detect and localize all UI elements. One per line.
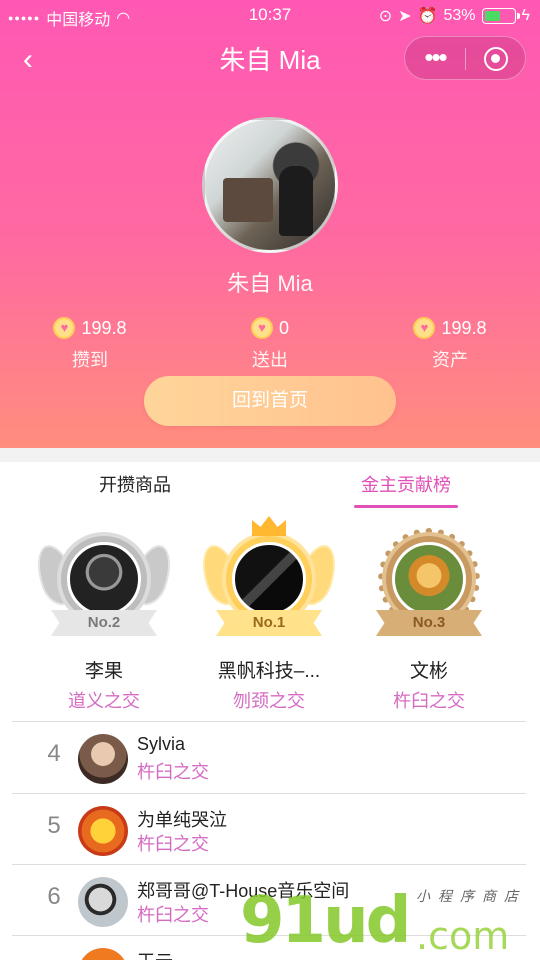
stat-sent: 0 送出 <box>200 316 340 372</box>
podium-second[interactable]: No.2 李果 道义之交 <box>24 518 184 713</box>
charging-icon: ϟ <box>521 7 530 24</box>
podium-relation: 杵臼之交 <box>393 691 465 711</box>
close-miniprogram-button[interactable] <box>484 47 508 71</box>
more-options-button[interactable]: ••• <box>405 37 465 81</box>
rank-badge: No.2 <box>51 610 157 636</box>
heart-coin-icon <box>53 317 76 339</box>
divider <box>12 721 526 722</box>
rank-number: 4 <box>47 740 61 767</box>
rank-number: 5 <box>47 812 61 839</box>
section-gap <box>0 448 540 462</box>
list-item-relation: 杵臼之交 <box>137 905 209 925</box>
back-to-home-button[interactable]: 回到首页 <box>144 376 396 426</box>
divider <box>12 793 526 794</box>
stat-earned: 199.8 攒到 <box>20 316 160 372</box>
location-icon: ➤ <box>398 8 412 25</box>
stat-label: 送出 <box>252 350 288 370</box>
list-item[interactable]: 6 郑哥哥@T-House音乐空间 杵臼之交 <box>0 867 540 937</box>
avatar <box>392 542 466 616</box>
divider <box>12 864 526 865</box>
rank-badge: No.1 <box>216 610 322 636</box>
podium-name: 黑帆科技–... <box>217 661 321 682</box>
miniprogram-capsule: ••• <box>404 36 526 80</box>
tab-contribution-rank[interactable]: 金主贡献榜 <box>354 470 458 512</box>
rank-number: 6 <box>47 883 61 910</box>
active-tab-indicator <box>354 505 458 508</box>
stat-assets: 199.8 资产 <box>380 316 520 372</box>
tab-bar: 开攒商品 金主贡献榜 <box>0 462 540 512</box>
list-item-name: 王云 <box>137 948 173 960</box>
gold-medal-icon: No.1 <box>195 516 343 648</box>
list-item[interactable]: 王云 <box>0 938 540 960</box>
navigation-bar: ‹ 朱自 Mia ••• <box>0 32 540 88</box>
silver-medal-icon: No.2 <box>30 518 178 648</box>
list-item-name: Sylvia <box>137 734 186 754</box>
avatar <box>67 542 141 616</box>
heart-coin-icon <box>250 317 273 339</box>
list-item-relation: 杵臼之交 <box>137 834 209 854</box>
list-item-relation: 杵臼之交 <box>137 762 209 782</box>
podium-name: 文彬 <box>409 661 448 682</box>
list-item[interactable]: 4 Sylvia 杵臼之交 <box>0 724 540 794</box>
stat-value: 199.8 <box>441 317 487 338</box>
divider <box>12 935 526 936</box>
podium-name: 李果 <box>84 661 123 682</box>
bronze-medal-icon: No.3 <box>364 518 494 648</box>
avatar <box>78 877 128 927</box>
list-item-name: 为单纯哭泣 <box>137 810 227 830</box>
avatar <box>232 542 306 616</box>
user-name: 朱自 Mia <box>227 271 313 296</box>
user-avatar[interactable] <box>202 117 338 253</box>
avatar <box>78 948 128 960</box>
battery-icon <box>481 8 520 24</box>
tab-label: 金主贡献榜 <box>361 475 451 495</box>
podium-third[interactable]: No.3 文彬 杵臼之交 <box>349 518 509 713</box>
podium-relation: 道义之交 <box>68 691 140 711</box>
stat-value: 0 <box>278 317 289 338</box>
status-bar: ●●●●● 中国移动 ◠ 10:37 ⊙ ➤ ⏰ 53% ϟ <box>0 0 540 32</box>
podium-first[interactable]: No.1 黑帆科技–... 刎颈之交 <box>189 516 349 713</box>
rank-badge: No.3 <box>376 610 482 636</box>
battery-percent: 53% <box>443 7 476 24</box>
stat-label: 资产 <box>432 350 468 370</box>
crown-icon <box>252 516 286 536</box>
list-item-name: 郑哥哥@T-House音乐空间 <box>137 881 350 901</box>
list-item[interactable]: 5 为单纯哭泣 杵臼之交 <box>0 796 540 866</box>
heart-coin-icon <box>413 317 436 339</box>
avatar <box>78 806 128 856</box>
alarm-icon: ⏰ <box>417 8 438 25</box>
capsule-divider <box>465 48 466 70</box>
tab-goods[interactable]: 开攒商品 <box>60 470 210 512</box>
stat-label: 攒到 <box>72 350 108 370</box>
avatar <box>78 734 128 784</box>
orientation-lock-icon: ⊙ <box>378 8 393 25</box>
podium-relation: 刎颈之交 <box>233 691 305 711</box>
stat-value: 199.8 <box>81 317 127 338</box>
